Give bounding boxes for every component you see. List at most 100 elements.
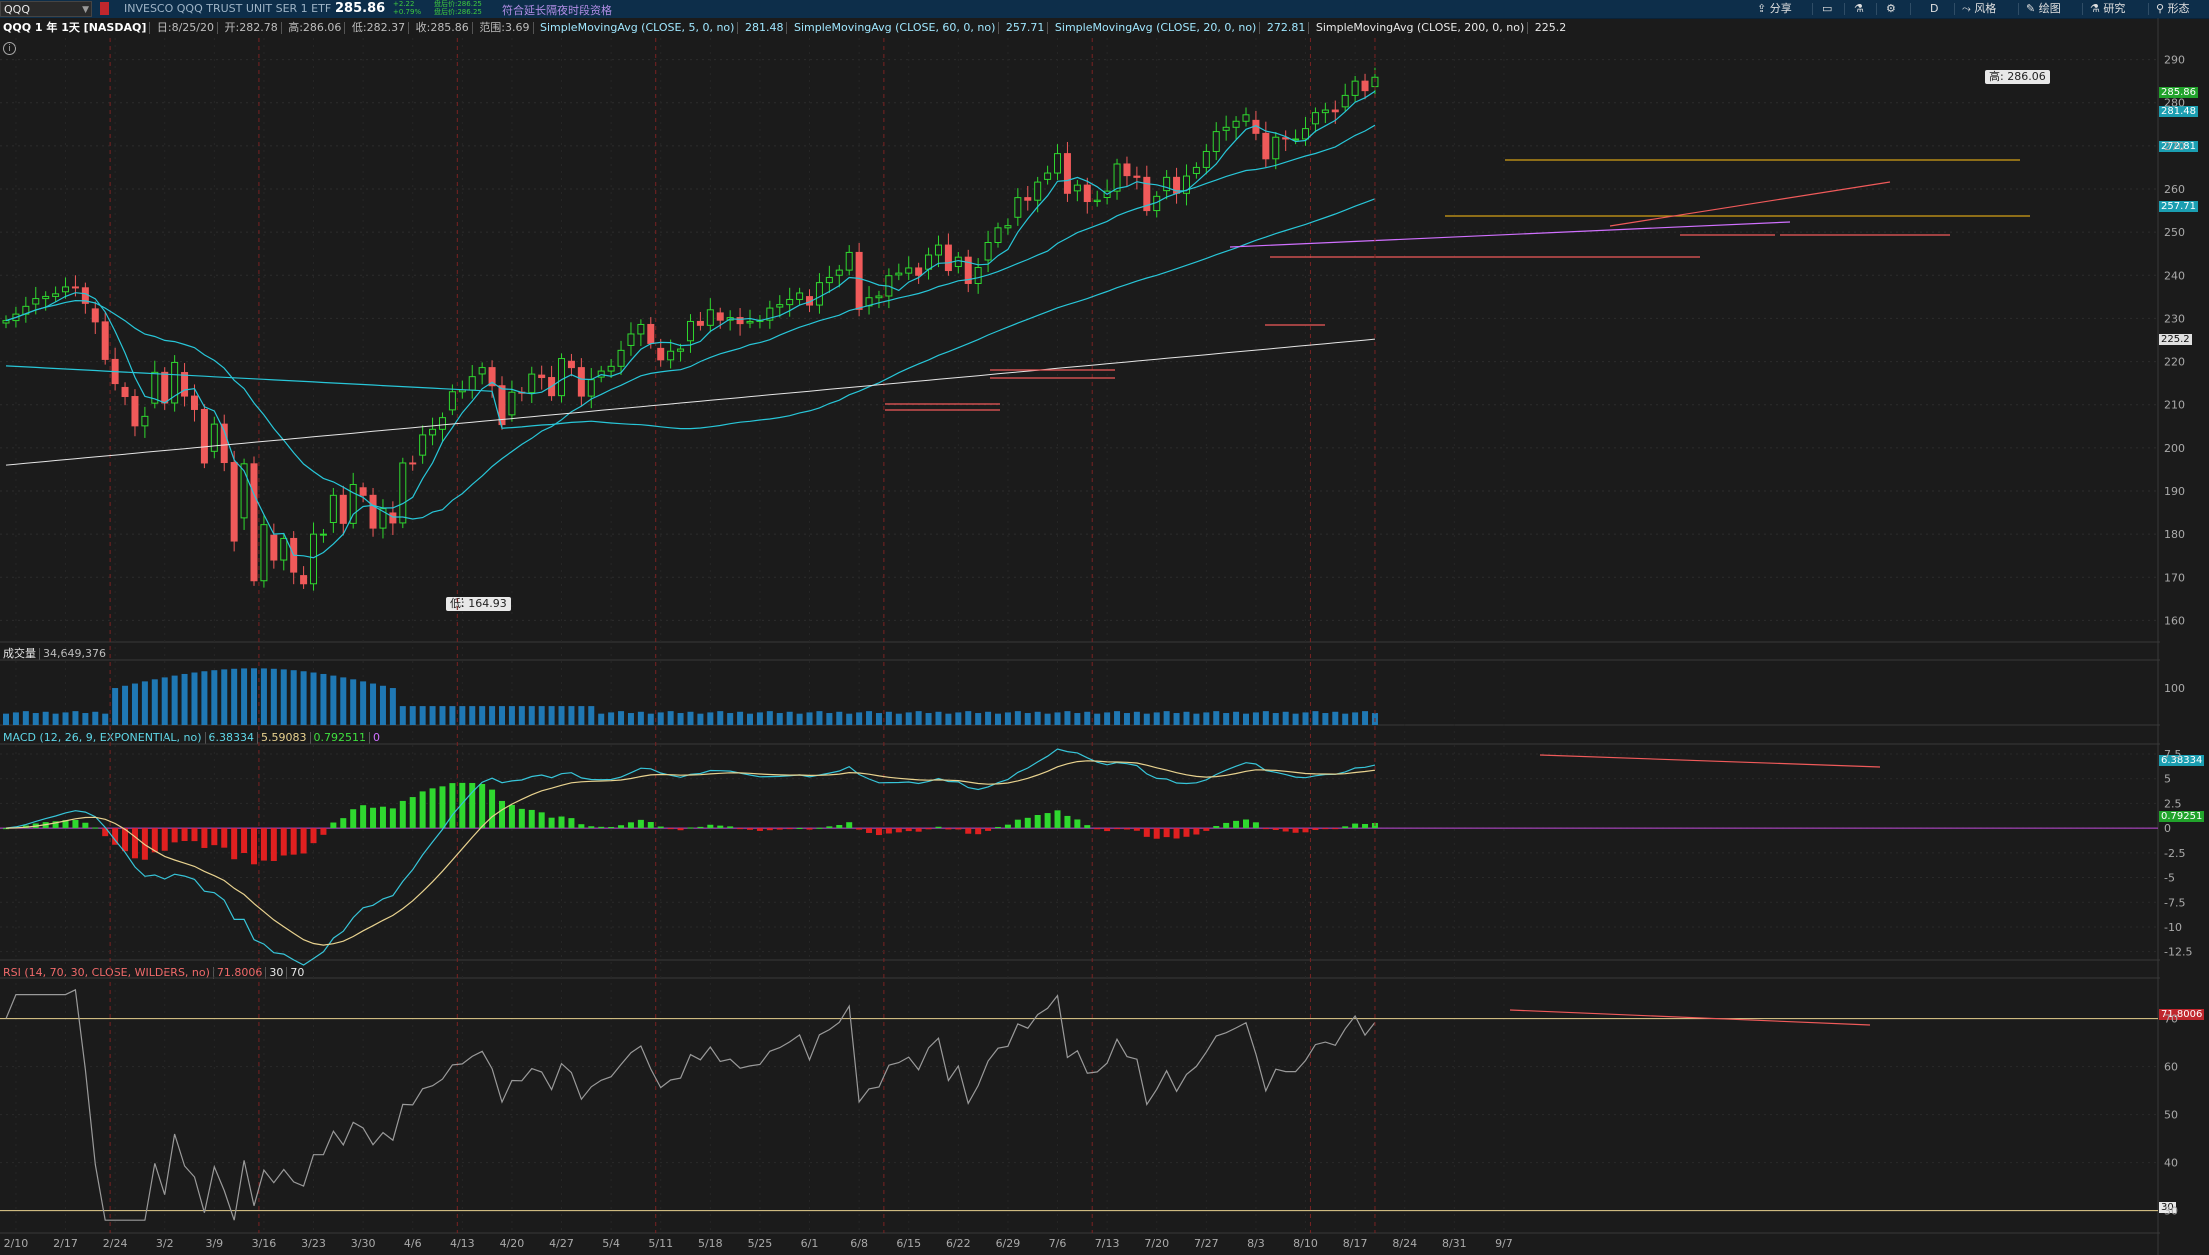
candle [141,415,149,427]
volume-bar [737,711,744,725]
candle [161,371,169,404]
macd-hist-bar [756,828,763,831]
candle [815,282,823,306]
candle [200,408,208,464]
volume-bar [756,712,763,725]
candle [419,434,427,456]
candle [1302,128,1310,140]
volume-bar [846,713,853,725]
macd-hist-bar [637,819,644,829]
volume-bar [260,668,267,725]
macd-hist-bar [965,828,972,834]
volume-bar [32,713,39,725]
volume-bar [141,681,148,725]
macd-tick-label: 2.5 [2164,797,2182,810]
macd-hist-bar [915,828,922,832]
candle [845,251,853,271]
volume-bar [657,712,664,725]
volume-bar [776,713,783,725]
volume-bar [836,711,843,725]
x-tick-label: 8/24 [1392,1237,1417,1250]
macd-hist-bar [508,804,515,829]
macd-hist-bar [786,828,793,830]
candle [101,321,109,360]
candle [1311,112,1319,125]
macd-hist-bar [260,828,267,861]
volume-bar [697,713,704,725]
macd-hist-bar [727,826,734,829]
volume-tick-label: 100 [2164,682,2185,695]
volume-bar [677,713,684,725]
volume-bar [518,706,525,725]
volume-bar [1322,713,1329,725]
macd-divergence-line [1539,754,1881,768]
candle [121,386,129,398]
macd-hist-bar [866,828,873,833]
volume-bar [379,685,386,725]
candle [925,254,933,270]
candle [627,333,635,346]
volume-bar [1143,713,1150,725]
candle [905,267,913,274]
macd-hist-bar [826,826,833,829]
candle [984,241,992,261]
macd-hist-bar [1322,828,1329,830]
macd-hist-bar [1213,826,1220,829]
candle [339,494,347,524]
volume-bars [3,668,1378,725]
volume-bar [320,673,327,725]
y-tick-label: 180 [2164,528,2185,541]
candle [131,396,139,427]
candle [637,323,645,335]
macd-hist-bar [499,800,505,829]
y-tick-label: 170 [2164,571,2185,584]
macd-hist-bar [300,828,307,854]
macd-hist-bar [1342,826,1349,829]
sma60-line [5,198,1376,430]
candle [478,367,486,375]
macd-hist-bar [875,828,882,836]
volume-bar [528,706,535,725]
candle [438,417,446,430]
x-tick-label: 5/11 [648,1237,673,1250]
macd-hist-bar [82,822,89,829]
candle [2,320,10,324]
x-tick-label: 4/20 [500,1237,525,1250]
macd-hist-bar [1074,819,1081,829]
macd-hist-bar [1034,814,1041,829]
volume-bar [370,683,377,725]
macd-hist-bar [429,788,436,829]
price-chart[interactable]: 160 170 180 190 200 210 220 230 240 250 260 270 280 2… [0,0,2209,1255]
x-tick-label: 4/6 [404,1237,422,1250]
volume-bar [687,711,694,725]
volume-bar [201,671,208,725]
candle [706,309,714,326]
macd-hist-bar [667,828,674,830]
volume-bar [975,713,982,725]
macd-hist-bar [221,828,228,848]
x-tick-label: 7/27 [1194,1237,1219,1250]
macd-tick-label: -12.5 [2164,946,2192,959]
candle [1242,114,1250,122]
volume-bar [310,672,317,725]
candle [32,298,40,305]
volume-bar [1183,711,1190,725]
macd-hist-bar [1143,828,1150,837]
candle [181,372,189,397]
macd-hist-bar [151,828,158,853]
volume-bar [290,670,297,725]
macd-hist-bar [1014,819,1021,829]
candle [776,304,784,308]
candle [359,487,367,496]
macd-hist-bar [171,828,178,843]
macd-hist-bar [657,826,664,829]
candle [528,373,536,394]
volume-bar [102,713,109,725]
volume-bar [191,672,198,725]
macd-line [5,748,1376,966]
candle [1024,197,1032,201]
candle [667,350,675,361]
volume-bar [72,711,79,725]
x-tick-label: 6/29 [996,1237,1021,1250]
candle [1202,150,1210,168]
